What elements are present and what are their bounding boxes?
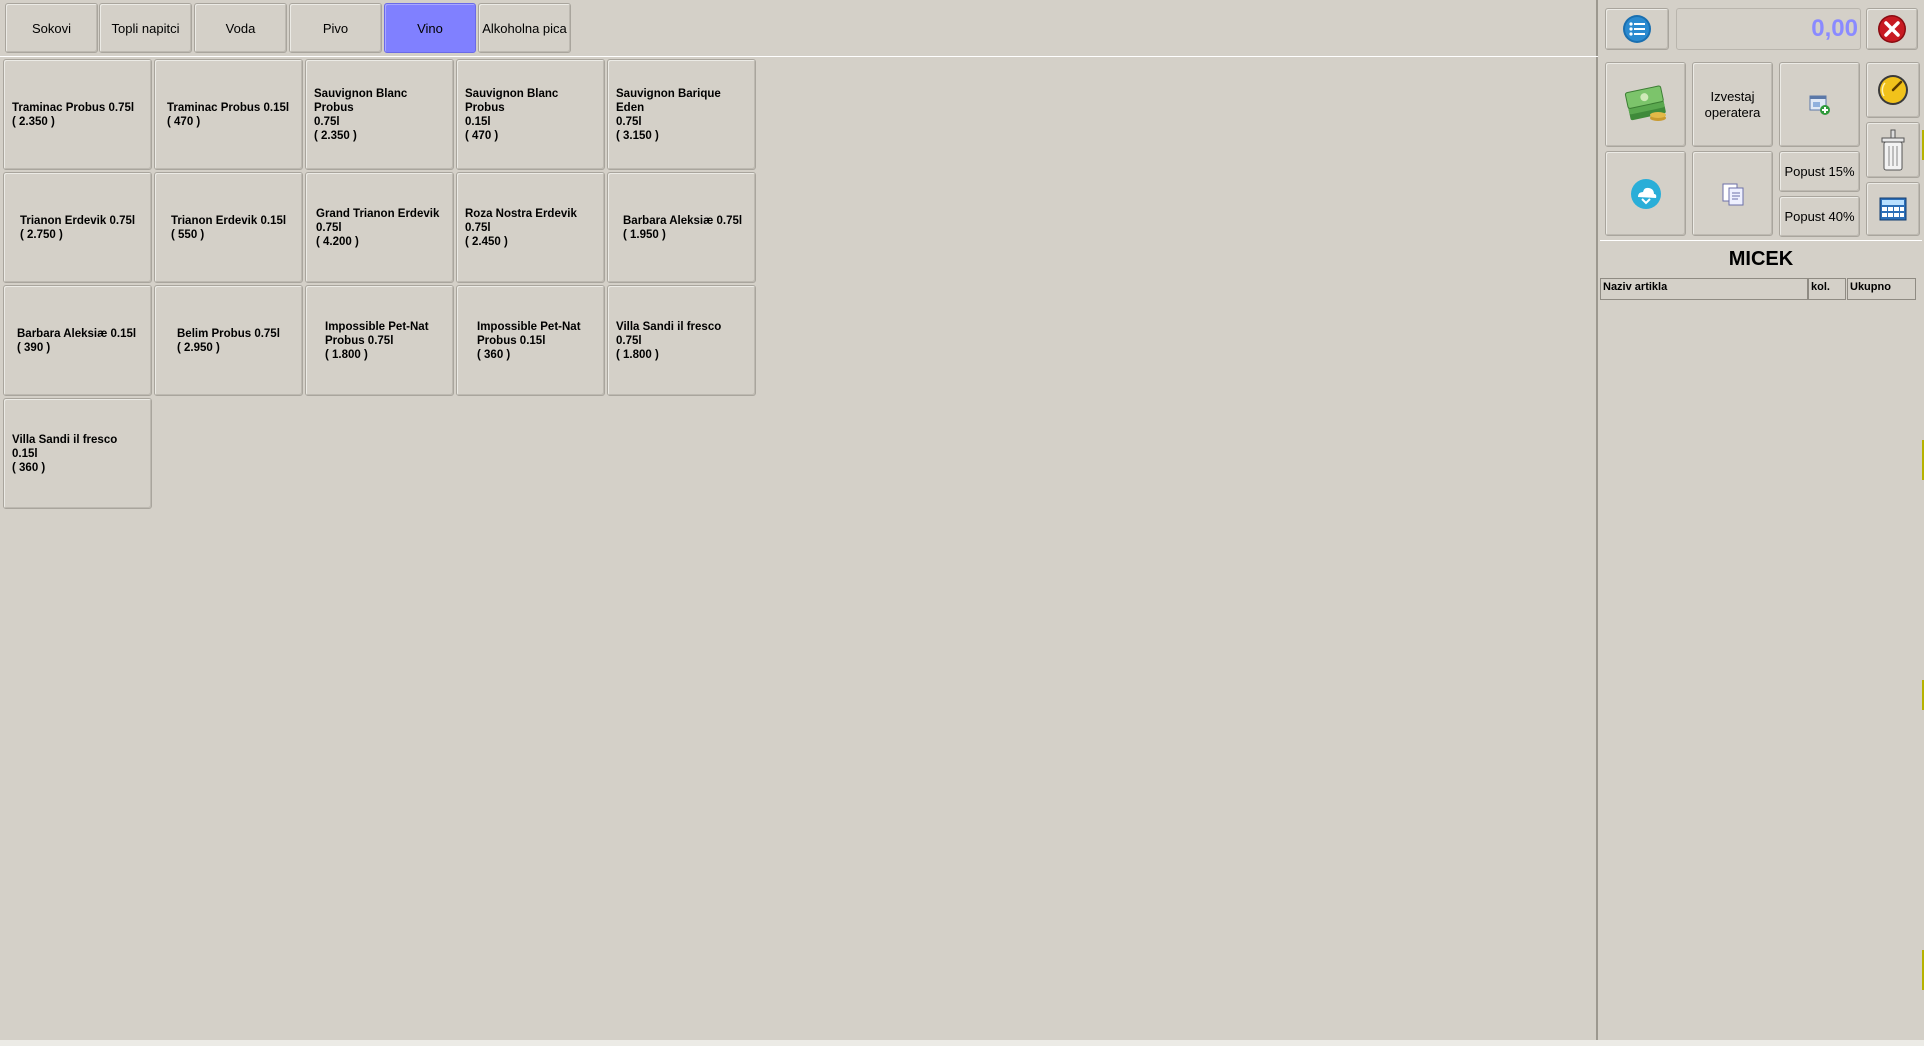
product-label: Belim Probus 0.75l ( 2.950 ): [177, 327, 280, 354]
column-header-qty: kol.: [1808, 278, 1846, 300]
product-button[interactable]: Traminac Probus 0.75l ( 2.350 ): [3, 59, 152, 170]
product-label: Trianon Erdevik 0.15l ( 550 ): [171, 214, 287, 241]
product-button[interactable]: Sauvignon Blanc Probus 0.75l ( 2.350 ): [305, 59, 454, 170]
product-label: Barbara Aleksiæ 0.15l ( 390 ): [17, 327, 137, 354]
tab-vino[interactable]: Vino: [384, 3, 476, 53]
operator-report-button[interactable]: Izvestaj operatera: [1692, 62, 1773, 147]
money-stack-icon: [1624, 84, 1666, 121]
column-header-name: Naziv artikla: [1600, 278, 1808, 300]
product-label: Villa Sandi il fresco 0.15l ( 360 ): [12, 433, 118, 474]
calculator-icon: [1879, 197, 1907, 221]
product-label: Grand Trianon Erdevik 0.75l ( 4.200 ): [316, 207, 440, 248]
product-button[interactable]: Barbara Aleksiæ 0.75l ( 1.950 ): [607, 172, 756, 283]
discount-40-button[interactable]: Popust 40%: [1779, 196, 1860, 237]
product-button[interactable]: Impossible Pet-Nat Probus 0.15l ( 360 ): [456, 285, 605, 396]
tab-voda[interactable]: Voda: [194, 3, 287, 53]
product-label: Traminac Probus 0.15l ( 470 ): [167, 101, 290, 128]
waiter-name: MICEK: [1728, 247, 1794, 270]
product-label: Roza Nostra Erdevik 0.75l ( 2.450 ): [465, 207, 577, 248]
operator-report-label: Izvestaj operatera: [1704, 88, 1761, 120]
product-button[interactable]: Barbara Aleksiæ 0.15l ( 390 ): [3, 285, 152, 396]
product-button[interactable]: Grand Trianon Erdevik 0.75l ( 4.200 ): [305, 172, 454, 283]
discount-40-label: Popust 40%: [1784, 209, 1855, 224]
product-label: Sauvignon Blanc Probus 0.15l ( 470 ): [465, 87, 559, 142]
tab-pivo[interactable]: Pivo: [289, 3, 382, 53]
product-label: Sauvignon Barique Eden 0.75l ( 3.150 ): [616, 87, 721, 142]
add-window-icon: [1809, 95, 1830, 115]
product-label: Sauvignon Blanc Probus 0.75l ( 2.350 ): [314, 87, 408, 142]
list-menu-icon: [1623, 15, 1651, 43]
calculator-button[interactable]: [1866, 182, 1920, 236]
product-button[interactable]: Roza Nostra Erdevik 0.75l ( 2.450 ): [456, 172, 605, 283]
cash-payment-button[interactable]: [1605, 62, 1686, 147]
column-header-total: Ukupno: [1847, 278, 1916, 300]
copy-documents-icon: [1722, 183, 1743, 205]
panel-separator: [1600, 240, 1922, 241]
gauge-icon: [1878, 75, 1908, 105]
product-button[interactable]: Trianon Erdevik 0.15l ( 550 ): [154, 172, 303, 283]
discount-15-button[interactable]: Popust 15%: [1779, 151, 1860, 192]
status-bar: [0, 1040, 1924, 1046]
product-label: Traminac Probus 0.75l ( 2.350 ): [12, 101, 135, 128]
tab-alkoholna-pica[interactable]: Alkoholna pica: [478, 3, 571, 53]
total-display: 0,00: [1676, 8, 1861, 50]
menu-button[interactable]: [1605, 8, 1669, 50]
product-label: Villa Sandi il fresco 0.75l ( 1.800 ): [616, 320, 722, 361]
product-label: Impossible Pet-Nat Probus 0.15l ( 360 ): [477, 320, 581, 361]
gauge-button[interactable]: [1866, 62, 1920, 118]
product-button[interactable]: Villa Sandi il fresco 0.15l ( 360 ): [3, 398, 152, 509]
close-button[interactable]: [1866, 8, 1918, 50]
tab-topli-napitci[interactable]: Topli napitci: [99, 3, 192, 53]
discount-15-label: Popust 15%: [1784, 164, 1855, 179]
cloud-icon: [1630, 178, 1661, 209]
tab-sokovi[interactable]: Sokovi: [5, 3, 98, 53]
delete-button[interactable]: [1866, 122, 1920, 178]
close-icon: [1878, 15, 1906, 43]
product-button[interactable]: Belim Probus 0.75l ( 2.950 ): [154, 285, 303, 396]
product-button[interactable]: Sauvignon Blanc Probus 0.15l ( 470 ): [456, 59, 605, 170]
product-button[interactable]: Trianon Erdevik 0.75l ( 2.750 ): [3, 172, 152, 283]
product-label: Barbara Aleksiæ 0.75l ( 1.950 ): [623, 214, 743, 241]
product-button[interactable]: Impossible Pet-Nat Probus 0.75l ( 1.800 …: [305, 285, 454, 396]
product-label: Impossible Pet-Nat Probus 0.75l ( 1.800 …: [325, 320, 429, 361]
product-button[interactable]: Sauvignon Barique Eden 0.75l ( 3.150 ): [607, 59, 756, 170]
product-button[interactable]: Villa Sandi il fresco 0.75l ( 1.800 ): [607, 285, 756, 396]
product-label: Trianon Erdevik 0.75l ( 2.750 ): [20, 214, 136, 241]
waste-bin-icon: [1881, 129, 1905, 171]
add-table-button[interactable]: [1779, 62, 1860, 147]
copy-button[interactable]: [1692, 151, 1773, 236]
product-button[interactable]: Traminac Probus 0.15l ( 470 ): [154, 59, 303, 170]
cloud-button[interactable]: [1605, 151, 1686, 236]
tabs-separator: [0, 56, 1598, 57]
